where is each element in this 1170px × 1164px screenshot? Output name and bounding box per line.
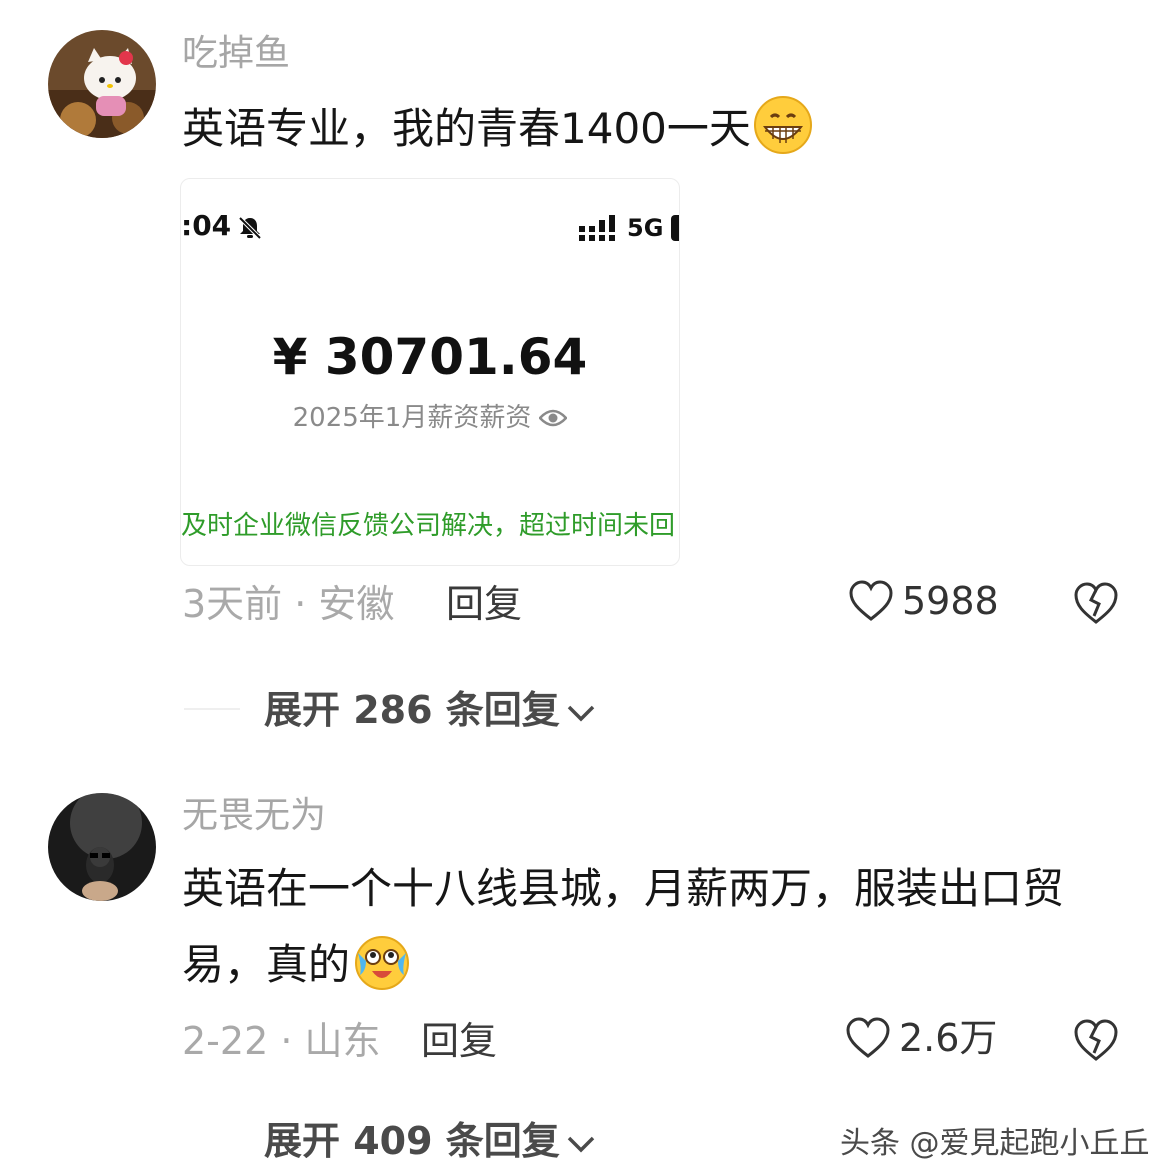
like-button[interactable]: 5988 bbox=[848, 578, 999, 628]
signal-icon bbox=[579, 215, 615, 241]
avatar[interactable] bbox=[48, 793, 156, 901]
salary-amount: ¥ 30701.64 bbox=[272, 328, 588, 386]
like-count: 2.6万 bbox=[899, 1016, 998, 1060]
salary-caption-text: 2025年1月薪资薪资 bbox=[292, 403, 532, 433]
eye-icon[interactable] bbox=[539, 408, 568, 428]
expand-replies-button[interactable]: 展开 286 条回复 bbox=[264, 687, 596, 733]
hello-kitty-avatar-icon bbox=[48, 30, 156, 138]
attached-screenshot[interactable]: :04 5G ¥ 30701.64 2025年1月薪资薪资 及时企业微信反馈公司… bbox=[180, 178, 680, 566]
like-count: 5988 bbox=[902, 579, 999, 623]
comment-meta: 3天前 · 安徽 bbox=[182, 582, 395, 626]
heart-icon bbox=[849, 580, 893, 621]
dislike-button[interactable] bbox=[1072, 1017, 1120, 1063]
like-button[interactable]: 2.6万 bbox=[845, 1015, 997, 1065]
dislike-button[interactable] bbox=[1072, 580, 1120, 626]
dark-portrait-avatar-icon bbox=[48, 793, 156, 901]
grinning-emoji-icon bbox=[753, 95, 813, 155]
avatar[interactable] bbox=[48, 30, 156, 138]
chevron-down-icon bbox=[567, 705, 595, 721]
broken-heart-icon bbox=[1074, 582, 1118, 624]
comment-meta: 2-22 · 山东 bbox=[182, 1019, 381, 1063]
reply-button[interactable]: 回复 bbox=[446, 581, 522, 627]
comment-text-line: 英语在一个十八线县城，月薪两万，服装出口贸 bbox=[182, 864, 1065, 913]
salary-caption: 2025年1月薪资薪资 bbox=[181, 401, 679, 435]
heart-icon bbox=[846, 1017, 890, 1058]
muted-bell-icon bbox=[238, 216, 262, 240]
comment-text: 易，真的 bbox=[182, 928, 412, 1002]
comment-text: 英语专业，我的青春1400一天 bbox=[182, 92, 813, 166]
notice-text: 及时企业微信反馈公司解决，超过时间未回 bbox=[181, 511, 676, 541]
username[interactable]: 无畏无为 bbox=[182, 794, 326, 838]
expand-replies-button[interactable]: 展开 409 条回复 bbox=[264, 1118, 596, 1164]
expand-replies-label: 展开 286 条回复 bbox=[264, 688, 560, 732]
expand-replies-label: 展开 409 条回复 bbox=[264, 1119, 560, 1163]
comment-text: 英语在一个十八线县城，月薪两万，服装出口贸 bbox=[182, 852, 1064, 926]
reply-button[interactable]: 回复 bbox=[421, 1018, 497, 1064]
crying-laughing-emoji-icon bbox=[352, 931, 412, 991]
expand-divider bbox=[184, 708, 240, 710]
username[interactable]: 吃掉鱼 bbox=[182, 32, 290, 76]
broken-heart-icon bbox=[1074, 1019, 1118, 1061]
battery-icon bbox=[671, 215, 679, 241]
watermark: 头条 @爱見起跑小丘丘 bbox=[840, 1126, 1150, 1161]
network-label: 5G bbox=[627, 214, 664, 242]
chevron-down-icon bbox=[567, 1136, 595, 1152]
comment-text-line: 易，真的 bbox=[182, 940, 351, 989]
comment-text-body: 英语专业，我的青春1400一天 bbox=[182, 104, 751, 153]
status-time: :04 bbox=[181, 209, 232, 242]
